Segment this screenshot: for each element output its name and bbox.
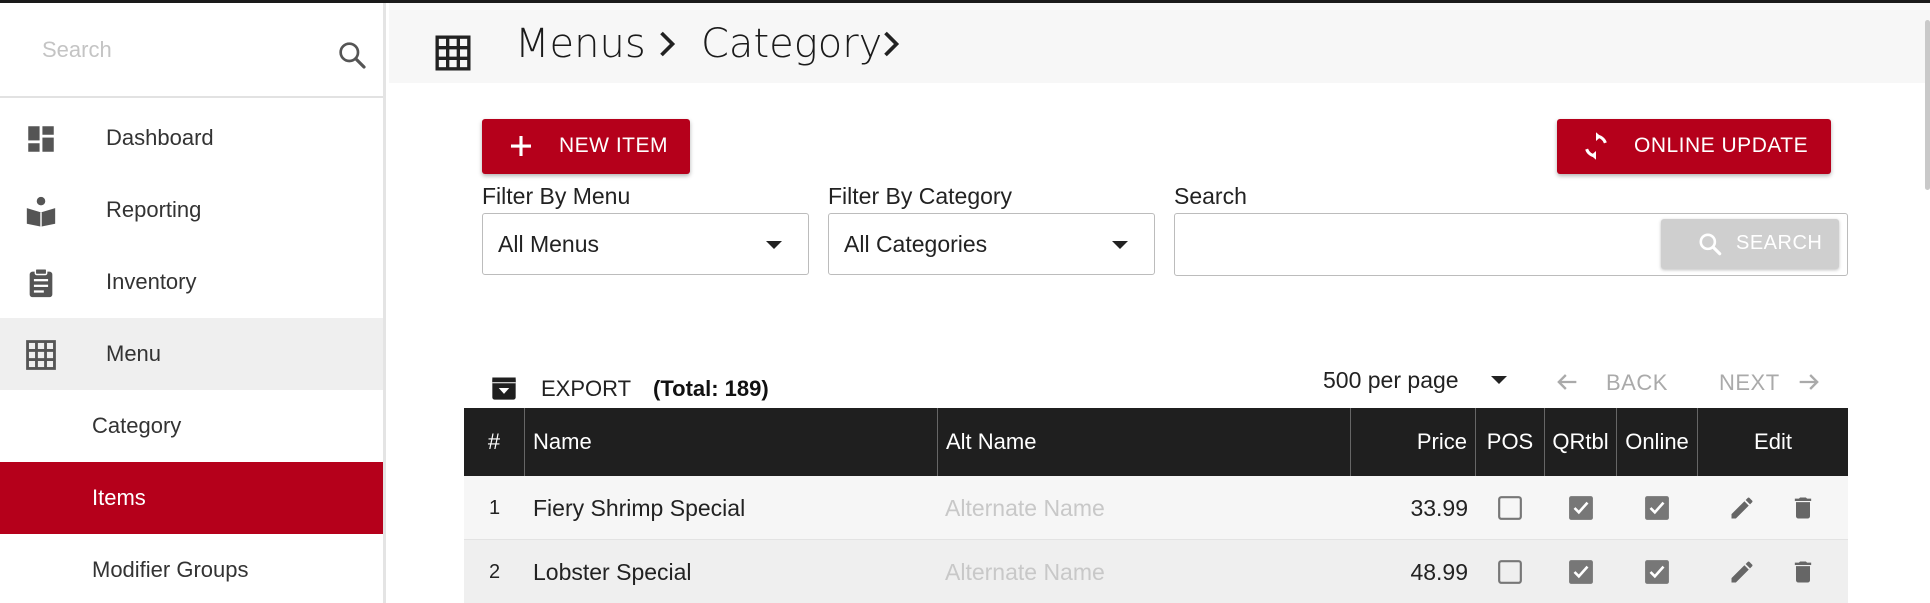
sidebar-item-label: Dashboard xyxy=(106,125,214,150)
search-icon[interactable] xyxy=(336,39,368,71)
plus-icon xyxy=(511,136,531,156)
sidebar-item-inventory[interactable]: Inventory xyxy=(0,246,383,318)
filter-category-value: All Categories xyxy=(844,231,988,257)
sidebar-item-menu[interactable]: Menu xyxy=(0,318,383,390)
column-header-online: Online xyxy=(1617,408,1698,476)
total-count: (Total: 189) xyxy=(653,376,769,401)
export-button[interactable]: EXPORT xyxy=(541,376,631,402)
sidebar-item-label: Inventory xyxy=(106,269,197,294)
chevron-right-icon xyxy=(660,31,676,57)
sidebar-item-label: Reporting xyxy=(106,197,202,222)
column-header-number: # xyxy=(464,408,525,476)
search-label: Search xyxy=(1174,183,1247,209)
grid-icon xyxy=(435,35,471,71)
arrow-left-icon[interactable] xyxy=(1553,368,1581,396)
item-alt-name: Alternate Name xyxy=(945,494,1105,521)
next-button[interactable]: NEXT xyxy=(1719,370,1780,396)
online-update-button[interactable]: ONLINE UPDATE xyxy=(1557,119,1831,174)
sidebar-subitem-items[interactable]: Items xyxy=(0,462,383,534)
item-name: Fiery Shrimp Special xyxy=(533,494,746,521)
edit-icon[interactable] xyxy=(1728,494,1756,522)
online-checkbox[interactable] xyxy=(1644,495,1670,521)
table-row[interactable]: 1 Fiery Shrimp Special Alternate Name 33… xyxy=(464,476,1848,540)
grid-icon xyxy=(26,340,56,370)
column-header-name[interactable]: Name xyxy=(525,408,938,476)
clipboard-icon xyxy=(29,268,53,298)
sidebar-subitem-label: Modifier Groups xyxy=(92,557,249,582)
sidebar-subitem-label: Category xyxy=(92,413,182,438)
caret-down-icon xyxy=(766,241,782,249)
pos-checkbox[interactable] xyxy=(1497,559,1523,585)
column-header-pos: POS xyxy=(1476,408,1545,476)
filter-menu-select[interactable]: All Menus xyxy=(482,213,809,275)
filter-category-select[interactable]: All Categories xyxy=(828,213,1155,275)
filter-menu-label: Filter By Menu xyxy=(482,183,631,209)
filter-menu-value: All Menus xyxy=(498,231,599,257)
column-header-edit: Edit xyxy=(1754,429,1792,454)
table-row[interactable]: 2 Lobster Special Alternate Name 48.99 xyxy=(464,540,1848,603)
book-icon xyxy=(26,196,56,227)
search-button-label: SEARCH xyxy=(1736,232,1823,254)
column-header-qrtbl: QRtbl xyxy=(1545,408,1617,476)
item-price: 48.99 xyxy=(1410,558,1468,585)
row-number: 2 xyxy=(488,560,501,583)
qrtbl-checkbox[interactable] xyxy=(1568,495,1594,521)
archive-icon[interactable] xyxy=(490,374,518,402)
item-price: 33.99 xyxy=(1410,494,1468,521)
column-header-price[interactable]: Price xyxy=(1351,408,1476,476)
filter-category-label: Filter By Category xyxy=(828,183,1013,209)
sidebar-subitem-modifier-groups[interactable]: Modifier Groups xyxy=(0,534,383,603)
online-update-label: ONLINE UPDATE xyxy=(1634,134,1809,157)
per-page-select[interactable]: 500 per page xyxy=(1323,367,1459,394)
table-header: # Name Alt Name Price POS QRtbl Online E… xyxy=(464,408,1848,476)
new-item-button[interactable]: NEW ITEM xyxy=(482,119,690,174)
back-button[interactable]: BACK xyxy=(1606,370,1668,396)
page-scrollbar[interactable] xyxy=(1925,20,1930,190)
dashboard-icon xyxy=(28,126,54,152)
pos-checkbox[interactable] xyxy=(1497,495,1523,521)
arrow-right-icon[interactable] xyxy=(1795,368,1823,396)
breadcrumb-category[interactable]: Category xyxy=(701,21,882,67)
page-header: Menus Category xyxy=(389,3,1930,83)
qrtbl-checkbox[interactable] xyxy=(1568,559,1594,585)
sidebar-search-input[interactable] xyxy=(42,33,322,67)
item-alt-name: Alternate Name xyxy=(945,558,1105,585)
search-input[interactable] xyxy=(1185,226,1625,262)
caret-down-icon[interactable] xyxy=(1491,376,1507,384)
sidebar-item-reporting[interactable]: Reporting xyxy=(0,174,383,246)
sidebar-item-label: Menu xyxy=(106,341,162,366)
online-checkbox[interactable] xyxy=(1644,559,1670,585)
sidebar-subitem-label: Items xyxy=(92,485,146,510)
column-header-alt-name[interactable]: Alt Name xyxy=(938,408,1351,476)
search-button[interactable]: SEARCH xyxy=(1661,219,1839,269)
delete-icon[interactable] xyxy=(1789,494,1817,522)
sidebar-item-dashboard[interactable]: Dashboard xyxy=(0,102,383,174)
edit-icon[interactable] xyxy=(1728,558,1756,586)
row-number: 1 xyxy=(488,496,501,519)
caret-down-icon xyxy=(1112,241,1128,249)
item-name: Lobster Special xyxy=(533,558,692,585)
sidebar-subitem-category[interactable]: Category xyxy=(0,390,383,462)
sidebar: Dashboard Reporting Inventory Menu Categ… xyxy=(0,3,386,603)
new-item-label: NEW ITEM xyxy=(559,134,668,157)
search-icon xyxy=(1699,233,1722,256)
breadcrumb-menus[interactable]: Menus xyxy=(515,21,646,67)
delete-icon[interactable] xyxy=(1789,558,1817,586)
sync-icon xyxy=(1585,132,1607,160)
chevron-right-icon xyxy=(884,31,900,57)
sidebar-search xyxy=(0,3,383,98)
